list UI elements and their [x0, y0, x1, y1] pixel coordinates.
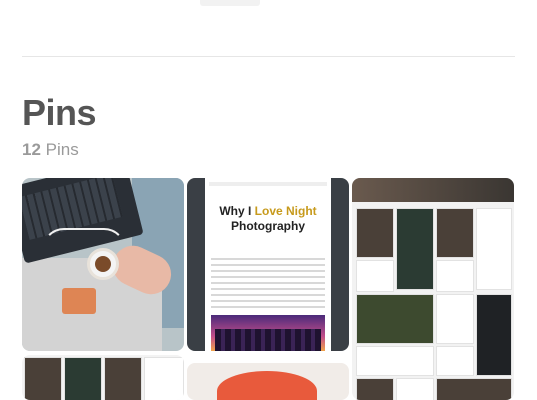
screen-tile — [396, 208, 434, 290]
coffee-photo-strip — [352, 178, 514, 202]
blog-header-bar — [209, 182, 327, 186]
page-title: Pins — [22, 92, 97, 133]
screen-tile — [476, 208, 512, 290]
coffee-mug-image — [87, 248, 119, 280]
screen-tile — [356, 260, 394, 292]
screen-tile — [356, 208, 394, 258]
screen-tile — [356, 294, 434, 344]
screen-tile — [436, 346, 474, 376]
screen-tile — [356, 346, 434, 376]
screen-tile — [436, 378, 512, 400]
pin-app-screens-row[interactable] — [22, 355, 184, 400]
screen-tile — [436, 208, 474, 258]
blog-headline-end: Photography — [231, 219, 305, 233]
blog-headline-start: Why I — [219, 204, 255, 218]
pin-count-label: Pins — [45, 140, 79, 159]
pin-blog-mockup[interactable]: Why I Love Night Photography — [187, 178, 349, 351]
screen-tile — [436, 260, 474, 292]
pins-grid: Why I Love Night Photography — [22, 178, 514, 400]
pin-count: 12 Pins — [22, 140, 79, 160]
screen-tile — [24, 357, 62, 400]
shirt-logo — [62, 288, 96, 314]
blog-headline: Why I Love Night Photography — [205, 204, 331, 234]
section-divider — [22, 56, 515, 57]
pin-count-number: 12 — [22, 140, 41, 159]
pin-laptop-coffee[interactable] — [22, 178, 184, 351]
screen-tile — [436, 294, 474, 344]
screen-tile — [144, 357, 184, 400]
blog-body-text — [211, 258, 325, 310]
pin-app-screens[interactable] — [352, 178, 514, 400]
top-edge — [200, 0, 260, 6]
blog-page: Why I Love Night Photography — [205, 178, 331, 351]
screen-tile — [396, 378, 434, 400]
screen-tile — [476, 294, 512, 376]
pin-portrait-illustration[interactable] — [187, 363, 349, 400]
screen-tile — [104, 357, 142, 400]
blog-headline-highlight: Love Night — [254, 204, 317, 218]
night-city-image — [211, 315, 325, 351]
screen-tile — [64, 357, 102, 400]
screen-tile — [356, 378, 394, 400]
